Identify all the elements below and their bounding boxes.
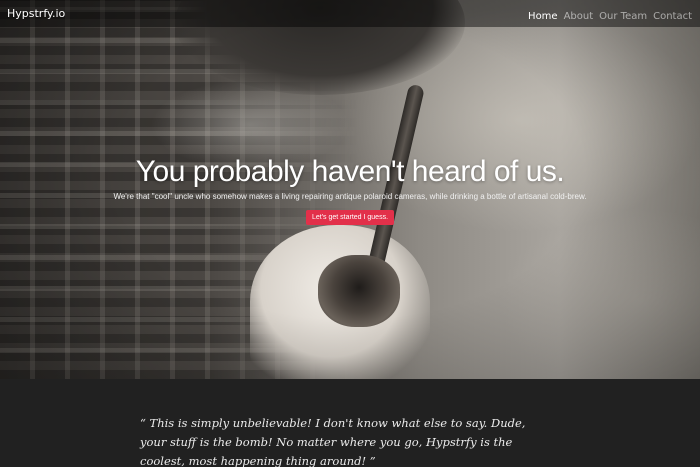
nav-link-contact[interactable]: Contact — [653, 11, 692, 22]
hero-content: You probably haven't heard of us. We're … — [0, 155, 700, 225]
nav-item: Home — [528, 4, 558, 23]
hero-subtitle: We're that "cool" uncle who somehow make… — [113, 192, 587, 201]
hero-section: You probably haven't heard of us. We're … — [0, 0, 700, 379]
brand-logo[interactable]: Hypstrfy.io — [7, 7, 65, 20]
nav-link-home[interactable]: Home — [528, 11, 558, 22]
nav-item: Our Team — [599, 4, 647, 23]
nav-item: Contact — [653, 4, 692, 23]
nav-links: Home About Our Team Contact — [528, 4, 692, 23]
get-started-button[interactable]: Let's get started I guess. — [305, 210, 395, 225]
testimonial-quote: “ This is simply unbelievable! I don't k… — [140, 416, 526, 467]
nav-item: About — [564, 4, 594, 23]
nav-link-our-team[interactable]: Our Team — [599, 11, 647, 22]
navbar: Hypstrfy.io Home About Our Team Contact — [0, 0, 700, 27]
testimonial-section: “ This is simply unbelievable! I don't k… — [0, 379, 700, 467]
nav-link-about[interactable]: About — [564, 11, 594, 22]
hero-title: You probably haven't heard of us. — [135, 155, 565, 188]
